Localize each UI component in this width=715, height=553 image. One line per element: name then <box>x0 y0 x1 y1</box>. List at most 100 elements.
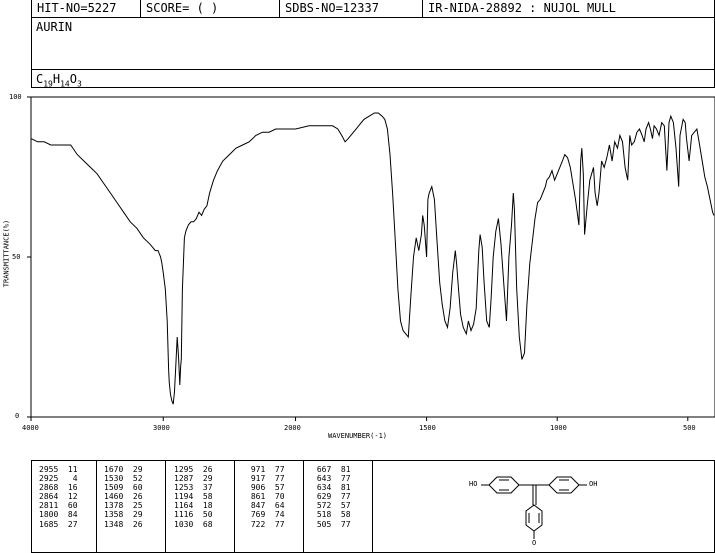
peak-wavenumber: 769 <box>246 510 266 520</box>
peak-wavenumber: 1348 <box>104 519 124 529</box>
structure-diagram <box>481 476 587 539</box>
peak-row: 518 58 <box>312 510 351 519</box>
peak-transmittance: 60 <box>58 501 78 511</box>
peak-wavenumber: 1287 <box>174 474 194 484</box>
peak-transmittance: 37 <box>193 483 213 493</box>
x-axis-label: WAVENUMBER(-1) <box>328 432 388 440</box>
peak-transmittance: 60 <box>123 483 143 493</box>
peak-transmittance: 64 <box>265 501 285 511</box>
peak-transmittance: 25 <box>123 501 143 511</box>
peak-row: 1253 37 <box>174 483 213 492</box>
peak-transmittance: 16 <box>58 483 78 493</box>
peak-table-divider-1 <box>96 461 97 552</box>
peak-transmittance: 52 <box>123 474 143 484</box>
peak-row: 1287 29 <box>174 474 213 483</box>
peak-wavenumber: 2868 <box>39 483 59 493</box>
peak-transmittance: 77 <box>265 465 285 474</box>
peak-transmittance: 77 <box>265 474 285 484</box>
peak-wavenumber: 1800 <box>39 510 59 520</box>
peak-row: 2811 60 <box>39 501 78 510</box>
y-tick-label-100: 100 <box>9 93 22 101</box>
peak-wavenumber: 1685 <box>39 519 59 529</box>
peak-row: 1348 26 <box>104 520 143 529</box>
peak-transmittance: 4 <box>58 474 78 484</box>
peak-row: 861 70 <box>246 492 285 501</box>
spectrum-series-line <box>30 112 715 405</box>
peak-table-divider-3 <box>234 461 235 552</box>
peak-column-4: 971 77 917 77 906 57 861 70 847 64 769 7… <box>246 465 285 529</box>
peak-wavenumber: 505 <box>312 519 332 529</box>
x-tick-label-1500: 1500 <box>419 424 436 432</box>
peak-transmittance: 12 <box>58 492 78 502</box>
peak-transmittance: 57 <box>331 501 351 511</box>
peak-wavenumber: 1116 <box>174 510 194 520</box>
peak-wavenumber: 917 <box>246 474 266 484</box>
y-tick-label-0: 0 <box>15 412 20 420</box>
structure-box: HO OH O <box>372 460 715 553</box>
peak-row: 643 77 <box>312 474 351 483</box>
peak-wavenumber: 634 <box>312 483 332 493</box>
x-tick-label-4000: 4000 <box>22 424 39 432</box>
peak-row: 1685 27 <box>39 520 78 529</box>
peak-transmittance: 70 <box>265 492 285 502</box>
x-tick-label-3000: 3000 <box>153 424 170 432</box>
peak-column-3: 1295 26 1287 29 1253 37 1194 58 1164 18 1116 … <box>174 465 213 529</box>
peak-row: 1030 68 <box>174 520 213 529</box>
peak-row: 2868 16 <box>39 483 78 492</box>
peak-row: 1800 84 <box>39 510 78 519</box>
peak-wavenumber: 1295 <box>174 465 194 474</box>
peak-transmittance: 27 <box>58 519 78 529</box>
peak-transmittance: 84 <box>58 510 78 520</box>
peak-transmittance: 50 <box>193 510 213 520</box>
peak-wavenumber: 2955 <box>39 465 59 474</box>
plot-frame <box>30 96 715 418</box>
peak-row: 2864 12 <box>39 492 78 501</box>
peak-transmittance: 57 <box>265 483 285 493</box>
ketone-oxygen-label: O <box>532 539 537 547</box>
peak-row: 1295 26 <box>174 465 213 474</box>
peak-wavenumber: 847 <box>246 501 266 511</box>
peak-wavenumber: 1670 <box>104 465 124 474</box>
peak-row: 629 77 <box>312 492 351 501</box>
peak-row: 2925 4 <box>39 474 78 483</box>
peak-table: 2955 11 2925 4 2868 16 2864 12 2811 60 1800 8… <box>31 460 373 553</box>
peak-wavenumber: 2925 <box>39 474 59 484</box>
peak-row: 2955 11 <box>39 465 78 474</box>
peak-wavenumber: 1378 <box>104 501 124 511</box>
peak-wavenumber: 572 <box>312 501 332 511</box>
peak-column-1: 2955 11 2925 4 2868 16 2864 12 2811 60 1800 8… <box>39 465 78 529</box>
right-hydroxyl-label: OH <box>589 480 598 488</box>
peak-transmittance: 29 <box>193 474 213 484</box>
peak-transmittance: 68 <box>193 519 213 529</box>
peak-wavenumber: 1030 <box>174 519 194 529</box>
peak-wavenumber: 2811 <box>39 501 59 511</box>
peak-transmittance: 77 <box>331 519 351 529</box>
peak-row: 1530 52 <box>104 474 143 483</box>
peak-wavenumber: 1509 <box>104 483 124 493</box>
peak-row: 917 77 <box>246 474 285 483</box>
peak-row: 505 77 <box>312 520 351 529</box>
peak-row: 634 81 <box>312 483 351 492</box>
peak-wavenumber: 971 <box>246 465 266 474</box>
peak-table-divider-2 <box>165 461 166 552</box>
peak-row: 1194 58 <box>174 492 213 501</box>
peak-transmittance: 81 <box>331 483 351 493</box>
peak-transmittance: 29 <box>123 465 143 474</box>
peak-row: 906 57 <box>246 483 285 492</box>
peak-transmittance: 26 <box>193 465 213 474</box>
x-tick-label-2000: 2000 <box>284 424 301 432</box>
peak-row: 1358 29 <box>104 510 143 519</box>
peak-wavenumber: 1194 <box>174 492 194 502</box>
peak-wavenumber: 1530 <box>104 474 124 484</box>
peak-transmittance: 11 <box>58 465 78 474</box>
peak-row: 1670 29 <box>104 465 143 474</box>
peak-wavenumber: 906 <box>246 483 266 493</box>
peak-column-5: 667 81 643 77 634 81 629 77 572 57 518 5… <box>312 465 351 529</box>
right-ring <box>548 476 580 494</box>
peak-wavenumber: 2864 <box>39 492 59 502</box>
peak-wavenumber: 1358 <box>104 510 124 520</box>
peak-transmittance: 77 <box>265 519 285 529</box>
peak-row: 847 64 <box>246 501 285 510</box>
peak-wavenumber: 1253 <box>174 483 194 493</box>
peak-wavenumber: 861 <box>246 492 266 502</box>
